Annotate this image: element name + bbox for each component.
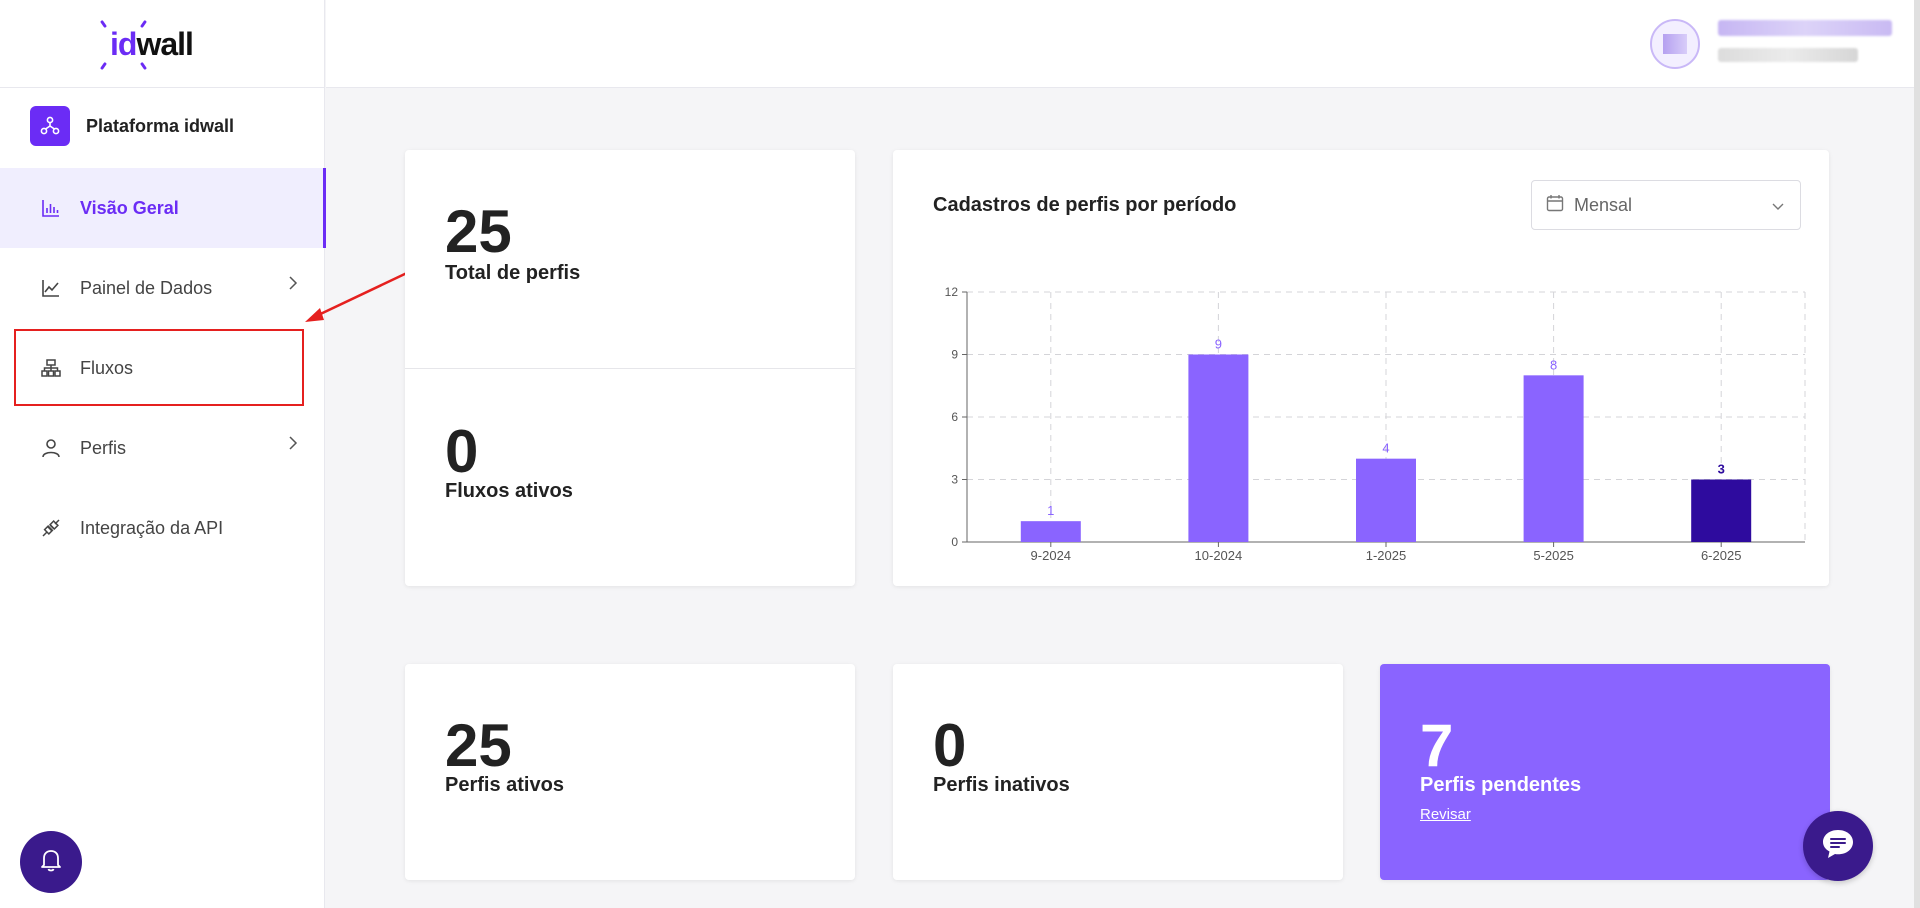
profiles-flows-card: 25 Total de perfis 0 Fluxos ativos [405,150,855,586]
sidebar-item-visao-geral[interactable]: Visão Geral [0,168,326,248]
logo-wall-text: wall [136,26,193,62]
bar [1691,479,1752,542]
y-tick-label: 12 [945,285,959,299]
x-tick-label: 6-2025 [1701,548,1741,563]
x-tick-label: 9-2024 [1031,548,1071,563]
x-tick-label: 10-2024 [1195,548,1243,563]
active-profiles-card: 25 Perfis ativos [405,664,855,880]
card-divider [405,368,855,369]
platform-switcher[interactable]: Plataforma idwall [30,106,234,146]
sidebar-item-perfis[interactable]: Perfis [0,408,326,488]
sidebar-item-label: Visão Geral [80,197,179,218]
chevron-right-icon [288,276,298,295]
logo-ray [99,61,108,71]
y-tick-label: 3 [951,473,958,487]
sidebar-nav: Visão Geral Painel de Dados Fluxos Perfi… [0,168,326,568]
bar [1356,458,1416,542]
data-label: 1 [1047,503,1054,518]
data-label: 8 [1550,357,1557,372]
sidebar-item-label: Fluxos [80,357,134,378]
logo-id-text: id [110,26,137,62]
sidebar-item-label: Perfis [80,437,127,458]
pending-profiles-label: Perfis pendentes [1420,774,1582,796]
bar [1020,521,1081,542]
active-profiles-label: Perfis ativos [445,774,564,796]
sidebar: idwall Plataforma idwall Visão Geral Pai… [0,0,326,908]
notifications-button[interactable] [20,831,82,893]
y-tick-label: 9 [951,348,958,362]
data-label: 4 [1382,441,1389,456]
total-profiles-label: Total de perfis [445,262,581,284]
data-label: 3 [1718,462,1725,477]
bar [1188,354,1249,542]
chart-card: Cadastros de perfis por período Mensal 0… [893,150,1829,586]
logo-area: idwall [0,0,324,88]
bar-chart: 0 3 6 9 12 1 9-2024 9 10-2024 4 1-2025 8 5-2025 3 6-20… [945,285,1806,563]
idwall-logo[interactable]: idwall [99,19,200,71]
platform-name: Plataforma idwall [86,115,235,136]
chat-icon [1820,827,1856,866]
plug-icon [40,517,62,539]
data-label: 9 [1215,337,1222,352]
review-link[interactable]: Revisar [1420,806,1471,823]
chat-button[interactable] [1803,811,1873,881]
pending-profiles-value: 7 [1420,712,1454,779]
sidebar-item-integracao-api[interactable]: Integração da API [0,488,326,568]
x-tick-label: 5-2025 [1533,548,1573,563]
sidebar-item-label: Painel de Dados [80,277,213,298]
annotation-arrow [305,270,410,322]
inactive-profiles-card: 0 Perfis inativos [893,664,1343,880]
bar [1523,375,1584,542]
platform-icon [30,106,70,146]
y-tick-label: 0 [951,535,958,549]
scrollbar[interactable] [1914,0,1920,908]
logo-ray [139,61,148,71]
y-tick-label: 6 [951,410,958,424]
user-email-redacted [1718,48,1858,62]
active-flows-label: Fluxos ativos [445,480,573,502]
line-chart-icon [40,277,62,299]
sidebar-item-fluxos[interactable]: Fluxos [0,328,326,408]
user-name-redacted [1718,20,1892,36]
inactive-profiles-label: Perfis inativos [933,774,1070,796]
logo-ray [99,19,108,29]
topbar [326,0,1920,88]
total-profiles-value: 25 [445,198,512,265]
pending-profiles-card: 7 Perfis pendentes Revisar [1380,664,1830,880]
user-icon [40,437,62,459]
x-tick-label: 1-2025 [1366,548,1406,563]
chevron-right-icon [288,436,298,455]
avatar-image [1663,34,1687,54]
bar-chart-icon [40,197,62,219]
sitemap-icon [40,357,62,379]
sidebar-item-label: Integração da API [80,517,224,538]
active-flows-value: 0 [445,418,479,485]
avatar[interactable] [1650,19,1700,69]
bell-icon [39,847,63,878]
sidebar-item-painel-de-dados[interactable]: Painel de Dados [0,248,326,328]
inactive-profiles-value: 0 [933,712,967,779]
active-profiles-value: 25 [445,712,512,779]
